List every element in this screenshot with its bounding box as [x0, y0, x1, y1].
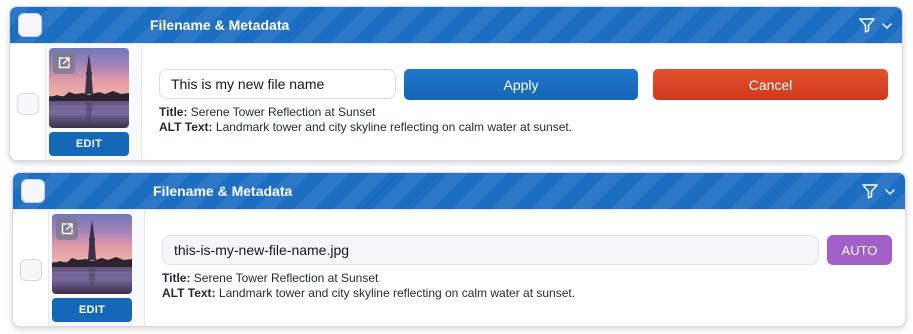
funnel-icon[interactable] [858, 16, 876, 34]
image-thumbnail[interactable] [49, 48, 129, 128]
row-select-column [13, 210, 49, 326]
alt-text-line: ALT Text: Landmark tower and city skylin… [162, 286, 575, 301]
alt-label: ALT Text: [159, 120, 213, 134]
image-title-line: Title: Serene Tower Reflection at Sunset [159, 105, 375, 120]
edit-image-button[interactable]: EDIT [49, 132, 129, 156]
row-select-column [10, 44, 46, 160]
header-divider [13, 209, 905, 210]
panel-title: Filename & Metadata [150, 17, 290, 33]
alt-value: Landmark tower and city skyline reflecti… [215, 120, 573, 134]
cancel-button[interactable]: Cancel [653, 69, 888, 100]
select-all-checkbox[interactable] [21, 179, 45, 203]
row-checkbox[interactable] [17, 93, 39, 115]
image-thumbnail[interactable] [52, 214, 132, 294]
metadata-panel-1: Filename & Metadata EDIT This is my new … [9, 6, 903, 161]
thumbnail-column: EDIT [49, 210, 145, 326]
image-title-line: Title: Serene Tower Reflection at Sunset [162, 271, 378, 286]
alt-label: ALT Text: [162, 286, 216, 300]
thumbnail-column: EDIT [46, 44, 142, 160]
filename-preview-input[interactable] [162, 235, 819, 265]
funnel-icon[interactable] [861, 182, 879, 200]
filename-input[interactable] [159, 69, 396, 99]
title-label: Title: [162, 271, 191, 285]
title-value: Serene Tower Reflection at Sunset [193, 271, 379, 285]
select-all-checkbox[interactable] [18, 13, 42, 37]
panel-header: Filename & Metadata [10, 7, 902, 43]
title-label: Title: [159, 105, 188, 119]
external-link-icon[interactable] [56, 218, 78, 240]
alt-value: Landmark tower and city skyline reflecti… [218, 286, 576, 300]
chevron-down-icon[interactable] [881, 19, 893, 31]
alt-text-line: ALT Text: Landmark tower and city skylin… [159, 120, 572, 135]
edit-image-button[interactable]: EDIT [52, 298, 132, 322]
auto-button[interactable]: AUTO [827, 235, 892, 265]
apply-button[interactable]: Apply [404, 69, 638, 100]
external-link-icon[interactable] [53, 52, 75, 74]
header-divider [10, 43, 902, 44]
row-checkbox[interactable] [20, 259, 42, 281]
panel-header: Filename & Metadata [13, 173, 905, 209]
metadata-panel-2: Filename & Metadata EDIT this-is-my-new-… [12, 172, 906, 327]
panel-title: Filename & Metadata [153, 183, 293, 199]
chevron-down-icon[interactable] [884, 185, 896, 197]
title-value: Serene Tower Reflection at Sunset [190, 105, 376, 119]
